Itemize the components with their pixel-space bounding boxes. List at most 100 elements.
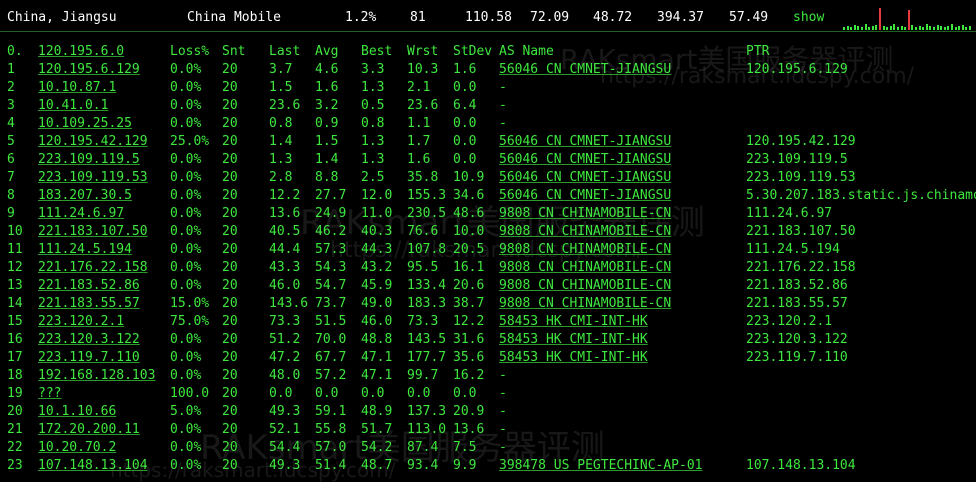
hop-last: 54.4 xyxy=(269,440,301,455)
hop-last: 0.0 xyxy=(269,386,293,401)
hop-host[interactable]: 10.1.10.66 xyxy=(38,404,116,419)
hop-snt: 20 xyxy=(222,386,238,401)
hop-avg: 57.0 xyxy=(315,440,347,455)
hop-number: 15 xyxy=(7,314,23,329)
hop-stdev: 0.0 xyxy=(453,80,477,95)
hop-loss: 0.0% xyxy=(170,332,202,347)
hop-host[interactable]: 221.176.22.158 xyxy=(38,260,148,275)
hop-best: 47.1 xyxy=(361,350,393,365)
hop-host[interactable]: 223.109.119.5 xyxy=(38,152,140,167)
hop-as-name: - xyxy=(499,422,507,437)
hop-host[interactable]: 223.119.7.110 xyxy=(38,350,140,365)
hop-avg: 59.1 xyxy=(315,404,347,419)
hop-host[interactable]: 107.148.13.104 xyxy=(38,458,148,473)
sparkline-bar xyxy=(853,25,856,30)
hop-host[interactable]: 111.24.6.97 xyxy=(38,206,124,221)
hop-loss: 0.0% xyxy=(170,152,202,167)
hop-as-name: 9808 CN CHINAMOBILE-CN xyxy=(499,206,672,221)
summary-best: 48.72 xyxy=(593,10,633,25)
hop-loss: 0.0% xyxy=(170,242,202,257)
hop-loss: 15.0% xyxy=(170,296,210,311)
hop-last: 48.0 xyxy=(269,368,301,383)
hop-as-name: 58453 HK CMI-INT-HK xyxy=(499,332,648,347)
hop-snt: 20 xyxy=(222,242,238,257)
show-link[interactable]: show xyxy=(793,10,824,25)
hop-host[interactable]: 10.41.0.1 xyxy=(38,98,108,113)
table-row: 3 10.41.0.1 0.0% 20 23.6 3.2 0.5 23.6 6.4 - xyxy=(0,98,976,116)
hop-host[interactable]: 10.10.87.1 xyxy=(38,80,116,95)
sparkline-bar xyxy=(918,26,921,30)
hop-host[interactable]: 221.183.107.50 xyxy=(38,224,148,239)
sparkline-bar xyxy=(889,26,892,30)
hop-host[interactable]: 221.183.55.57 xyxy=(38,296,140,311)
sparkline-bar xyxy=(925,24,928,30)
hop-as-name: 56046 CN CMNET-JIANGSU xyxy=(499,134,672,149)
hop-wrst: 93.4 xyxy=(407,458,439,473)
col-host[interactable]: 120.195.6.0 xyxy=(38,44,124,59)
hop-avg: 1.4 xyxy=(315,152,339,167)
table-row: 10 221.183.107.50 0.0% 20 40.5 46.2 40.3 76.6 10… xyxy=(0,224,976,242)
table-row: 18 192.168.128.103 0.0% 20 48.0 57.2 47.1 99.7 1… xyxy=(0,368,976,386)
hop-wrst: 155.3 xyxy=(407,188,447,203)
hop-host[interactable]: 120.195.6.129 xyxy=(38,62,140,77)
hop-host[interactable]: 223.120.2.1 xyxy=(38,314,124,329)
hop-snt: 20 xyxy=(222,440,238,455)
hop-avg: 1.6 xyxy=(315,80,339,95)
hop-avg: 3.2 xyxy=(315,98,339,113)
col-as-name: AS Name xyxy=(499,44,554,59)
hop-ptr: 120.195.42.129 xyxy=(746,134,856,149)
hop-wrst: 1.6 xyxy=(407,152,431,167)
hop-host[interactable]: 223.120.3.122 xyxy=(38,332,140,347)
hop-wrst: 10.3 xyxy=(407,62,439,77)
hop-loss: 0.0% xyxy=(170,80,202,95)
sparkline-bar xyxy=(875,25,878,30)
hop-host[interactable]: 221.183.52.86 xyxy=(38,278,140,293)
latency-sparkline xyxy=(843,6,976,30)
col-last: Last xyxy=(269,44,301,59)
hop-number: 13 xyxy=(7,278,23,293)
table-row: 2 10.10.87.1 0.0% 20 1.5 1.6 1.3 2.1 0.0 - xyxy=(0,80,976,98)
hop-wrst: 1.7 xyxy=(407,134,431,149)
sparkline-bar xyxy=(922,27,925,30)
hop-host[interactable]: 172.20.200.11 xyxy=(38,422,140,437)
hop-as-name: - xyxy=(499,404,507,419)
hop-best: 49.0 xyxy=(361,296,393,311)
hop-last: 44.4 xyxy=(269,242,301,257)
table-row: 8 183.207.30.5 0.0% 20 12.2 27.7 12.0 155.3 34.6… xyxy=(0,188,976,206)
hop-host[interactable]: 111.24.5.194 xyxy=(38,242,132,257)
hop-host[interactable]: 10.109.25.25 xyxy=(38,116,132,131)
hop-best: 1.3 xyxy=(361,152,385,167)
hop-stdev: 7.5 xyxy=(453,440,477,455)
hop-last: 0.8 xyxy=(269,116,293,131)
hop-host[interactable]: 192.168.128.103 xyxy=(38,368,155,383)
hop-best: 48.9 xyxy=(361,404,393,419)
hop-as-name: - xyxy=(499,368,507,383)
hop-loss: 0.0% xyxy=(170,224,202,239)
hop-stdev: 6.4 xyxy=(453,98,477,113)
hop-snt: 20 xyxy=(222,134,238,149)
hop-ptr: 221.183.55.57 xyxy=(746,296,848,311)
hop-stdev: 1.6 xyxy=(453,62,477,77)
summary-last: 110.58 xyxy=(465,10,512,25)
hop-avg: 57.2 xyxy=(315,368,347,383)
summary-bar: China, Jiangsu China Mobile 1.2% 81 110.… xyxy=(0,0,976,34)
hop-host[interactable]: ??? xyxy=(38,386,61,401)
hop-number: 18 xyxy=(7,368,23,383)
hop-ptr: 223.109.119.5 xyxy=(746,152,848,167)
hop-wrst: 23.6 xyxy=(407,98,439,113)
hop-host[interactable]: 183.207.30.5 xyxy=(38,188,132,203)
hop-last: 49.3 xyxy=(269,458,301,473)
hop-as-name: 58453 HK CMI-INT-HK xyxy=(499,314,648,329)
hop-as-name: 9808 CN CHINAMOBILE-CN xyxy=(499,296,672,311)
hop-snt: 20 xyxy=(222,224,238,239)
table-row: 20 10.1.10.66 5.0% 20 49.3 59.1 48.9 137.3 20.9- xyxy=(0,404,976,422)
hop-avg: 8.8 xyxy=(315,170,339,185)
sparkline-bar xyxy=(940,26,943,30)
hop-stdev: 38.7 xyxy=(453,296,485,311)
hop-host[interactable]: 120.195.42.129 xyxy=(38,134,148,149)
col-ptr: PTR xyxy=(746,44,770,59)
hop-host[interactable]: 223.109.119.53 xyxy=(38,170,148,185)
hop-host[interactable]: 10.20.70.2 xyxy=(38,440,116,455)
hop-number: 22 xyxy=(7,440,23,455)
sparkline-bar xyxy=(882,26,885,30)
